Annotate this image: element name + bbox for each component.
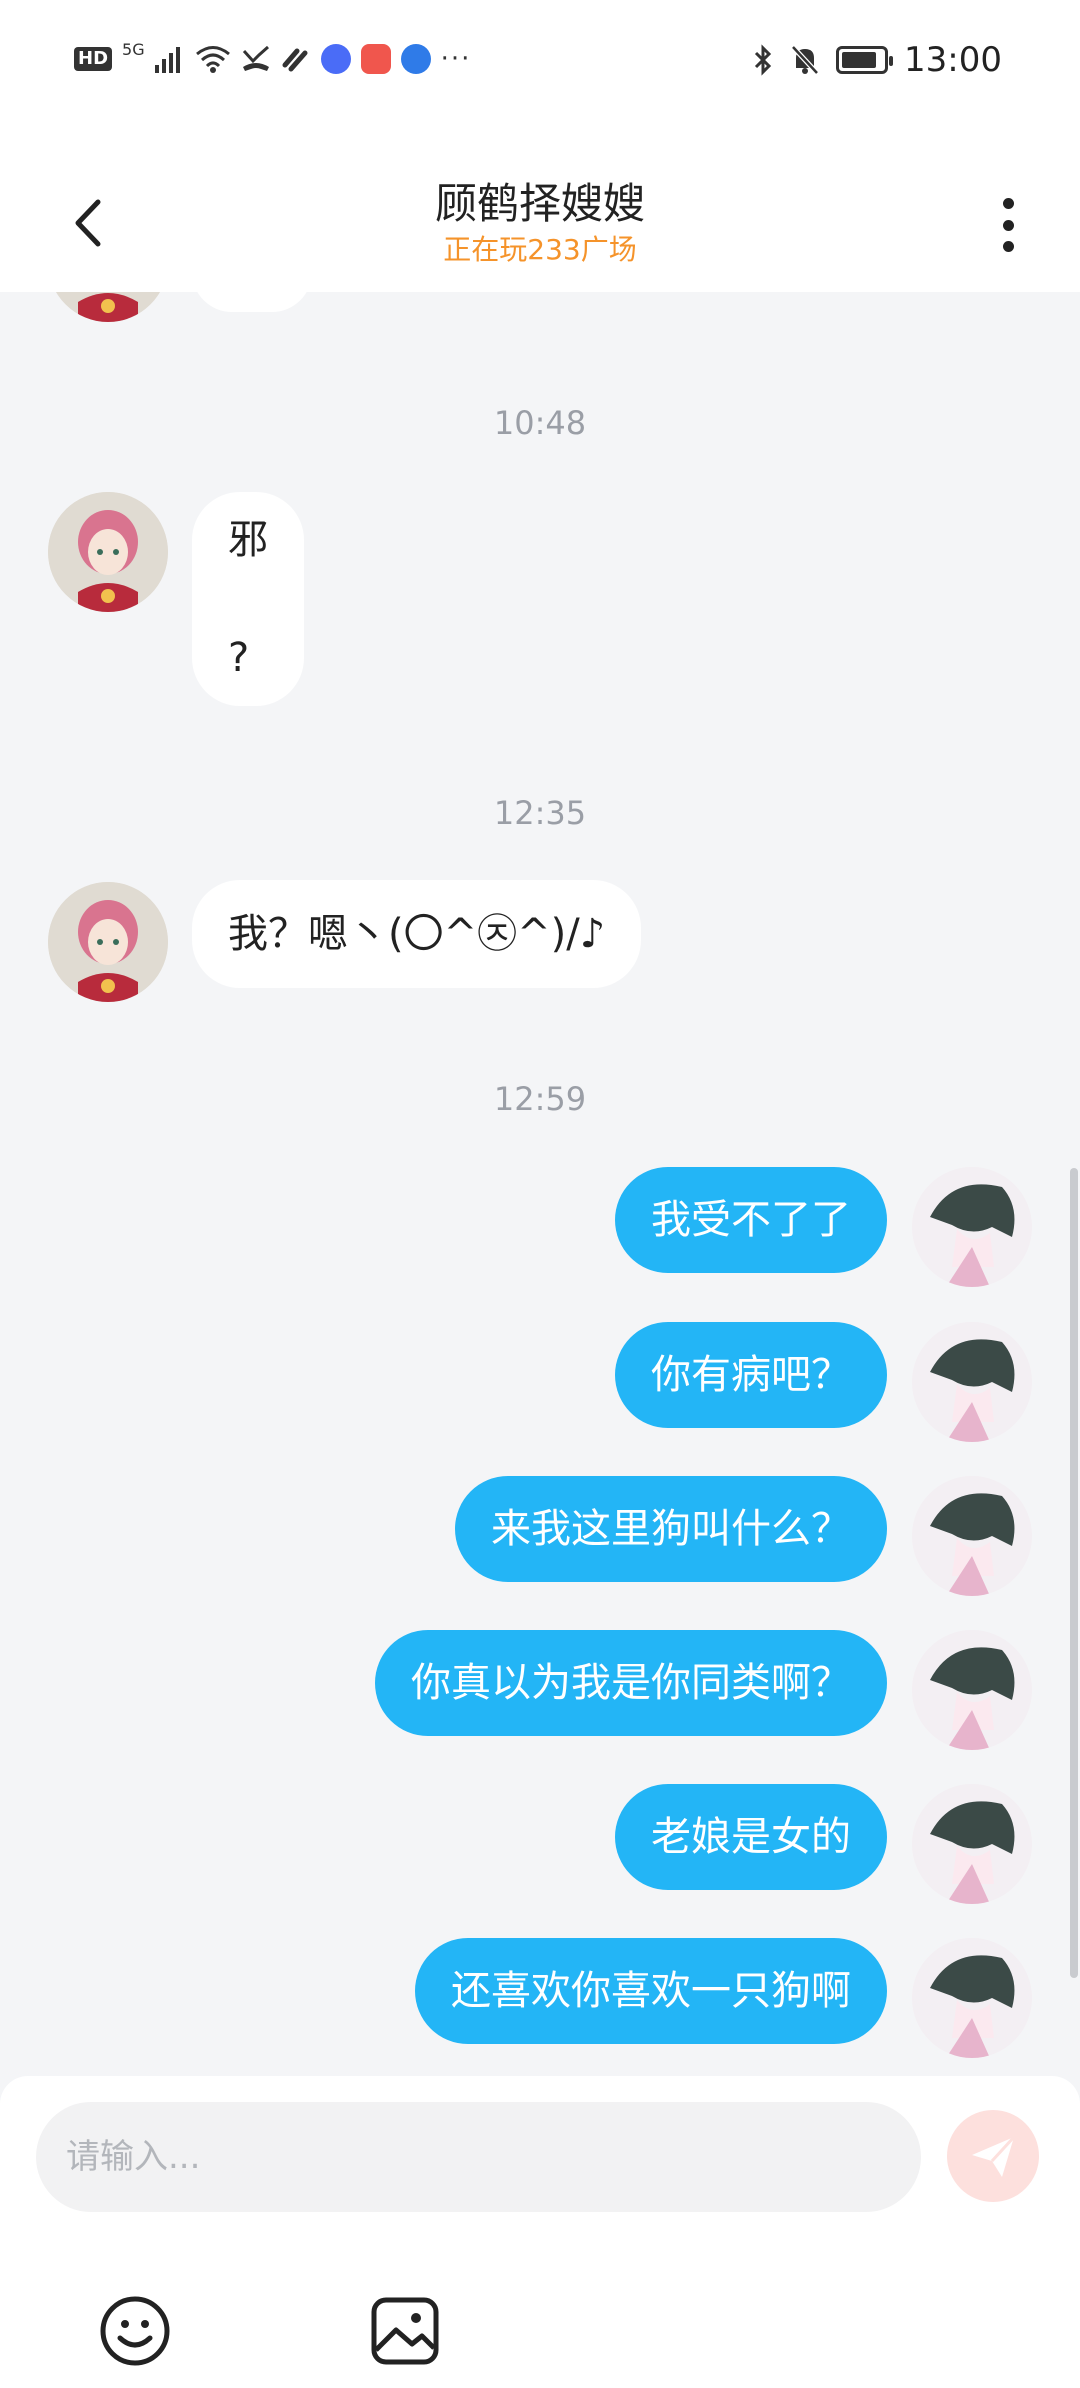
message-list[interactable]: 10:48 邪 ? 12:35 我？嗯丶(〇^㉨^)/♪ 12:59 我受不了了… xyxy=(0,292,1080,2077)
hd-badge: HD xyxy=(74,47,113,71)
status-bar-right: 13:00 xyxy=(752,40,1002,80)
my-avatar[interactable] xyxy=(912,1938,1032,2058)
outgoing-message-bubble[interactable]: 我受不了了 xyxy=(615,1167,887,1273)
status-bar-left: HD 5G ··· xyxy=(74,40,472,74)
incoming-message-bubble[interactable]: 邪 ? xyxy=(192,492,304,706)
message-input[interactable] xyxy=(36,2102,921,2212)
message-text: 还喜欢你喜欢一只狗啊 xyxy=(451,1968,851,2014)
message-text: 你有病吧？ xyxy=(651,1352,851,1398)
image-icon xyxy=(371,2297,439,2365)
mute-bell-icon xyxy=(791,45,819,75)
message-text: 邪 xyxy=(228,517,268,563)
chat-scrollbar[interactable] xyxy=(1070,1168,1078,1978)
contact-avatar[interactable] xyxy=(48,492,168,612)
outgoing-message-bubble[interactable]: 你真以为我是你同类啊？ xyxy=(375,1630,887,1736)
my-avatar[interactable] xyxy=(912,1322,1032,1442)
my-avatar[interactable] xyxy=(912,1630,1032,1750)
chat-title: 顾鹤择嫂嫂 xyxy=(434,179,645,228)
send-paper-plane-icon xyxy=(972,2135,1016,2177)
incoming-message-bubble[interactable]: 我？嗯丶(〇^㉨^)/♪ xyxy=(192,880,642,988)
more-vertical-icon xyxy=(1002,198,1014,209)
message-text: 我？嗯丶(〇^㉨^)/♪ xyxy=(228,911,606,957)
message-text: 我受不了了 xyxy=(651,1197,851,1243)
outgoing-message-bubble[interactable]: 你有病吧？ xyxy=(615,1322,887,1428)
avatar-image xyxy=(48,492,168,612)
send-button[interactable] xyxy=(947,2110,1039,2202)
my-avatar[interactable] xyxy=(912,1476,1032,1596)
contact-avatar[interactable] xyxy=(48,292,168,322)
avatar-image xyxy=(912,1167,1032,1287)
more-options-button[interactable] xyxy=(988,190,1028,260)
chat-status-subtitle: 正在玩233广场 xyxy=(443,233,637,266)
my-avatar[interactable] xyxy=(912,1167,1032,1287)
bluetooth-icon xyxy=(754,44,772,76)
chat-header: 顾鹤择嫂嫂 正在玩233广场 xyxy=(0,130,1080,292)
avatar-image xyxy=(912,1938,1032,2058)
incoming-message-bubble[interactable] xyxy=(192,292,312,312)
input-panel xyxy=(0,2076,1080,2388)
message-text: 来我这里狗叫什么？ xyxy=(491,1506,851,1552)
clock: 13:00 xyxy=(904,40,1002,80)
more-notifications-icon: ··· xyxy=(440,44,472,74)
contact-avatar[interactable] xyxy=(48,882,168,1002)
message-text: 老娘是女的 xyxy=(651,1814,851,1860)
image-picker-button[interactable] xyxy=(368,2294,442,2368)
battery-icon xyxy=(836,46,894,74)
signal-icon xyxy=(154,47,180,73)
my-avatar[interactable] xyxy=(912,1784,1032,1904)
message-timestamp: 10:48 xyxy=(493,404,587,442)
status-bar: HD 5G ··· 13:00 xyxy=(0,0,1080,130)
avatar-image xyxy=(912,1322,1032,1442)
wifi-icon xyxy=(195,46,230,73)
avatar-image xyxy=(912,1630,1032,1750)
avatar-image xyxy=(912,1476,1032,1596)
smile-face-icon xyxy=(100,2296,170,2366)
message-text: 你真以为我是你同类啊？ xyxy=(411,1660,851,1706)
shopping-app-icon xyxy=(360,44,391,74)
message-timestamp: 12:59 xyxy=(493,1080,587,1118)
avatar-image xyxy=(56,292,160,322)
emoji-button[interactable] xyxy=(98,2294,172,2368)
message-timestamp: 12:35 xyxy=(493,794,587,832)
missed-call-icon xyxy=(242,45,269,71)
link-icon xyxy=(282,48,308,72)
avatar-image xyxy=(48,882,168,1002)
outgoing-message-bubble[interactable]: 老娘是女的 xyxy=(615,1784,887,1890)
outgoing-message-bubble[interactable]: 来我这里狗叫什么？ xyxy=(455,1476,887,1582)
message-text: ? xyxy=(228,635,250,681)
avatar-image xyxy=(912,1784,1032,1904)
network-label: 5G xyxy=(122,39,145,59)
music-app-icon xyxy=(320,44,351,74)
browser-app-icon xyxy=(400,44,431,74)
outgoing-message-bubble[interactable]: 还喜欢你喜欢一只狗啊 xyxy=(415,1938,887,2044)
